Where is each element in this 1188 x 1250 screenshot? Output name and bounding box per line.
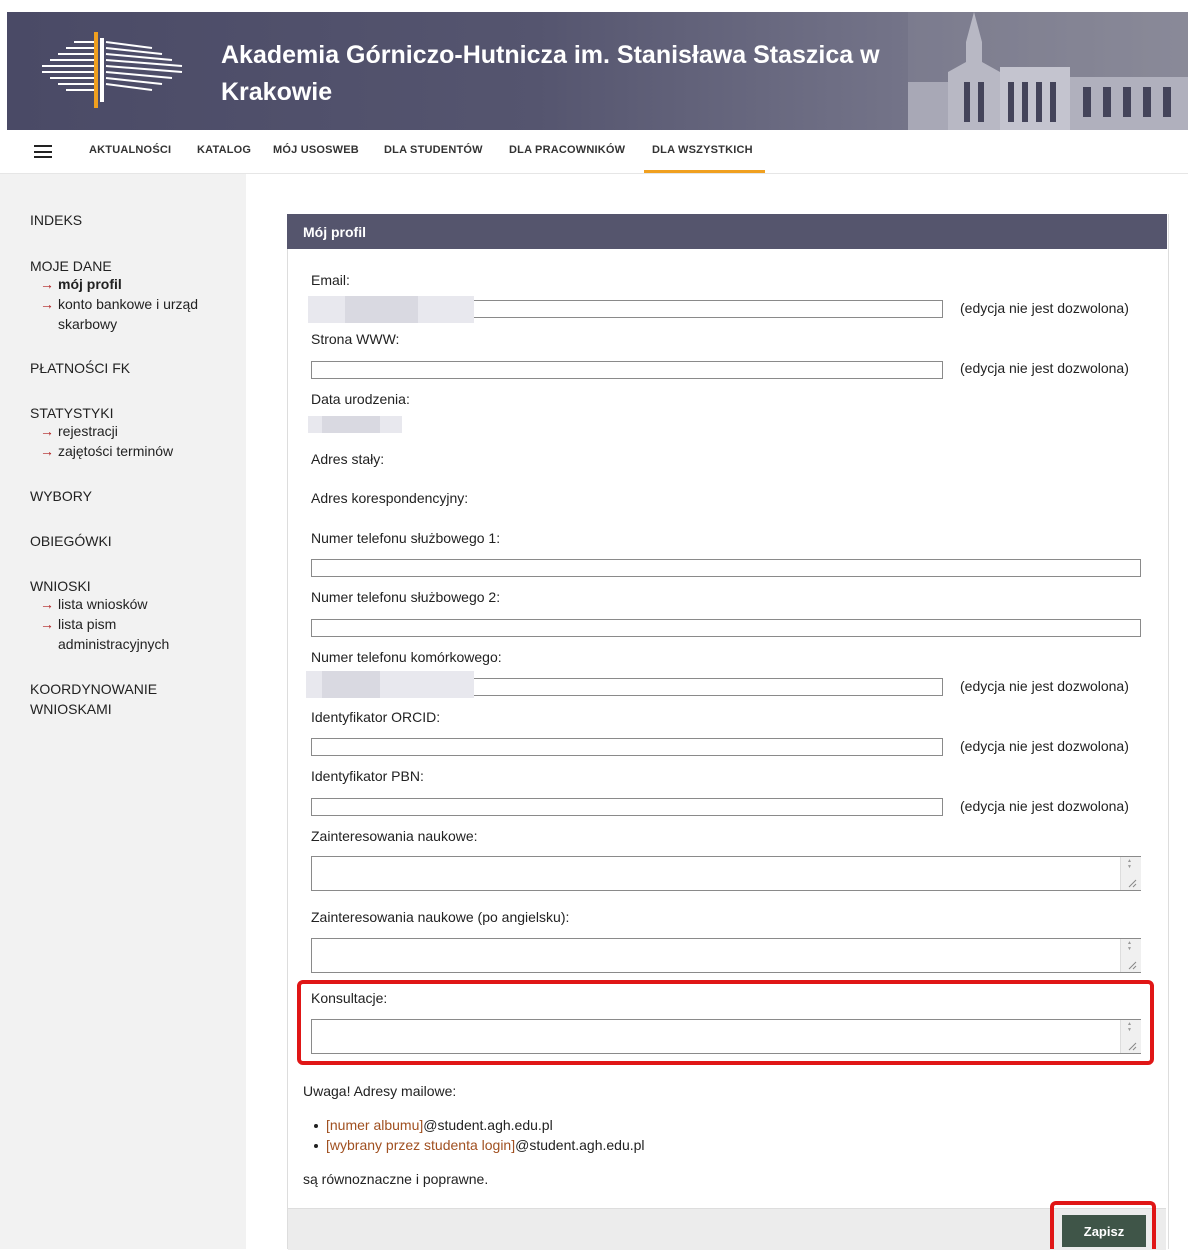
resize-grip-icon[interactable]	[1128, 879, 1137, 888]
email-label: Email:	[311, 272, 350, 288]
interests-textarea[interactable]	[311, 856, 1141, 891]
nav-dla-studentow[interactable]: DLA STUDENTÓW	[384, 144, 483, 156]
page-title: Mój profil	[303, 224, 366, 240]
arrow-right-icon: →	[40, 276, 54, 292]
email-warning: Uwaga! Adresy mailowe:	[303, 1083, 457, 1099]
birthdate-redacted-core	[322, 416, 380, 433]
orcid-field[interactable]	[311, 738, 943, 756]
building-image-icon	[908, 12, 1188, 130]
work-phone-2-label: Numer telefonu służbowego 2:	[311, 589, 501, 605]
work-phone-2-field[interactable]	[311, 619, 1141, 637]
sidebar-item-obiegowki[interactable]: OBIEGÓWKI	[30, 531, 112, 551]
pbn-field[interactable]	[311, 798, 943, 816]
arrow-right-icon: →	[40, 423, 54, 439]
consultations-highlight	[297, 980, 1154, 1065]
orcid-label: Identyfikator ORCID:	[311, 709, 441, 725]
album-number-link[interactable]: [numer albumu]	[326, 1117, 423, 1133]
sidebar-item-statystyki[interactable]: STATYSTYKI	[30, 403, 114, 423]
top-navigation: AKTUALNOŚCI KATALOG MÓJ USOSWEB DLA STUD…	[0, 130, 1188, 174]
form-footer	[288, 1208, 1166, 1250]
list-item: [numer albumu]@student.agh.edu.pl	[314, 1117, 553, 1133]
arrow-right-icon: →	[40, 596, 54, 612]
interests-en-textarea[interactable]	[311, 938, 1141, 973]
permanent-address-label: Adres stały:	[311, 451, 385, 467]
arrow-right-icon: →	[40, 296, 54, 312]
resize-grip-icon[interactable]	[1128, 961, 1137, 970]
pbn-label: Identyfikator PBN:	[311, 768, 424, 784]
sidebar-item-wybory[interactable]: WYBORY	[30, 486, 92, 506]
sidebar-item-lista-wnioskow[interactable]: → lista wniosków	[40, 595, 147, 615]
sidebar-item-koordynowanie[interactable]: KOORDYNOWANIE WNIOSKAMI	[30, 679, 157, 719]
correspondence-address-label: Adres korespondencyjny:	[311, 490, 469, 506]
hamburger-menu-icon[interactable]	[34, 145, 52, 158]
nav-katalog[interactable]: KATALOG	[197, 144, 251, 156]
arrow-right-icon: →	[40, 616, 54, 632]
header-banner: Akademia Górniczo-Hutnicza im. Stanisław…	[7, 12, 1188, 130]
email-readonly-note: (edycja nie jest dozwolona)	[960, 300, 1129, 316]
email-redacted-core	[345, 296, 418, 323]
nav-dla-pracownikow[interactable]: DLA PRACOWNIKÓW	[509, 144, 625, 156]
list-item: [wybrany przez studenta login]@student.a…	[314, 1137, 645, 1153]
sidebar-item-konto-bankowe[interactable]: → konto bankowe i urząd skarbowy	[40, 295, 198, 334]
nav-dla-wszystkich[interactable]: DLA WSZYSTKICH	[644, 144, 765, 173]
sidebar-item-lista-pism[interactable]: → lista pism administracyjnych	[40, 615, 169, 654]
pbn-readonly-note: (edycja nie jest dozwolona)	[960, 798, 1129, 814]
work-phone-1-field[interactable]	[311, 559, 1141, 577]
sidebar-item-indeks[interactable]: INDEKS	[30, 210, 82, 230]
sidebar-item-moje-dane[interactable]: MOJE DANE	[30, 256, 112, 276]
www-field[interactable]	[311, 361, 943, 379]
university-name: Akademia Górniczo-Hutnicza im. Stanisław…	[221, 41, 880, 106]
save-highlight	[1050, 1201, 1156, 1249]
sidebar-item-rejestracji[interactable]: → rejestracji	[40, 422, 118, 442]
mobile-redacted-core	[322, 671, 380, 698]
student-login-link[interactable]: [wybrany przez studenta login]	[326, 1137, 515, 1153]
interests-label: Zainteresowania naukowe:	[311, 828, 478, 844]
sidebar-item-zajetosci[interactable]: → zajętości terminów	[40, 442, 173, 462]
orcid-readonly-note: (edycja nie jest dozwolona)	[960, 738, 1129, 754]
sidebar-item-platnosci[interactable]: PŁATNOŚCI FK	[30, 358, 130, 378]
mobile-readonly-note: (edycja nie jest dozwolona)	[960, 678, 1129, 694]
nav-moj-usosweb[interactable]: MÓJ USOSWEB	[273, 144, 359, 156]
work-phone-1-label: Numer telefonu służbowego 1:	[311, 530, 501, 546]
panel-header: Mój profil	[287, 214, 1167, 249]
birthdate-label: Data urodzenia:	[311, 391, 410, 407]
equivalence-note: są równoznaczne i poprawne.	[303, 1171, 489, 1187]
nav-aktualnosci[interactable]: AKTUALNOŚCI	[89, 144, 171, 156]
www-readonly-note: (edycja nie jest dozwolona)	[960, 360, 1129, 376]
agh-logo-icon	[42, 32, 183, 108]
www-label: Strona WWW:	[311, 331, 400, 347]
sidebar-item-wnioski[interactable]: WNIOSKI	[30, 576, 91, 596]
interests-en-label: Zainteresowania naukowe (po angielsku):	[311, 909, 570, 925]
sidebar-item-moj-profil[interactable]: → mój profil	[40, 275, 122, 295]
arrow-right-icon: →	[40, 443, 54, 459]
mobile-phone-label: Numer telefonu komórkowego:	[311, 649, 502, 665]
